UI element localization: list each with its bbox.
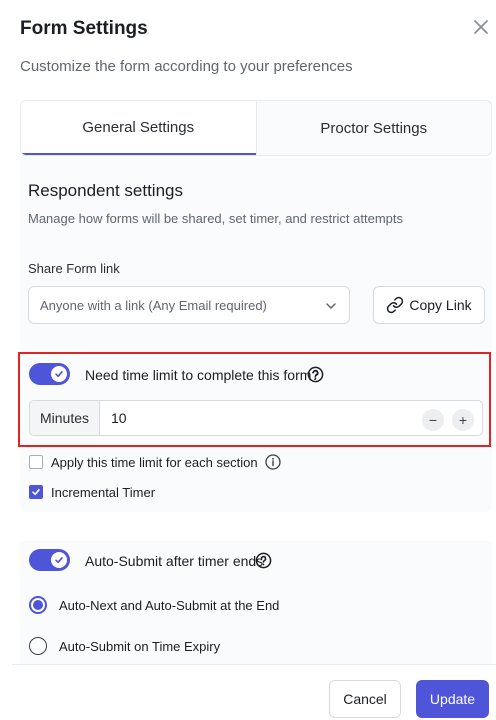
time-limit-input[interactable]: Minutes 10 − +	[29, 400, 483, 436]
radio-auto-next-submit-label: Auto-Next and Auto-Submit at the End	[59, 598, 280, 613]
settings-tabs: General Settings Proctor Settings	[20, 100, 492, 156]
cancel-button[interactable]: Cancel	[329, 680, 401, 718]
help-icon[interactable]	[307, 366, 324, 383]
page-subtitle: Customize the form according to your pre…	[20, 58, 353, 75]
checkbox-check-icon	[32, 489, 40, 496]
time-limit-label: Need time limit to complete this form?	[85, 367, 320, 383]
update-button[interactable]: Update	[416, 680, 489, 718]
close-icon[interactable]	[470, 16, 492, 38]
per-section-label: Apply this time limit for each section	[51, 455, 258, 470]
copy-link-button[interactable]: Copy Link	[373, 286, 485, 324]
incremental-timer-label: Incremental Timer	[51, 485, 156, 500]
section-title: Respondent settings	[28, 181, 183, 200]
time-unit: Minutes	[30, 401, 100, 435]
chevron-down-icon	[326, 303, 336, 309]
decrement-button[interactable]: −	[422, 409, 444, 431]
radio-submit-on-expiry-label: Auto-Submit on Time Expiry	[59, 639, 221, 654]
copy-link-label: Copy Link	[409, 297, 472, 313]
toggle-knob	[51, 552, 67, 568]
per-section-checkbox[interactable]	[29, 455, 43, 469]
footer-divider	[12, 664, 496, 665]
link-icon	[387, 296, 404, 314]
share-form-link-label: Share Form link	[28, 261, 120, 276]
radio-submit-on-expiry[interactable]	[29, 637, 47, 655]
time-limit-toggle[interactable]	[29, 363, 70, 385]
incremental-timer-checkbox[interactable]	[29, 485, 43, 499]
auto-submit-label: Auto-Submit after timer ends	[85, 553, 264, 569]
section-description: Manage how forms will be shared, set tim…	[28, 211, 403, 226]
help-icon[interactable]	[255, 552, 272, 569]
tab-general-settings[interactable]: General Settings	[21, 101, 256, 155]
increment-button[interactable]: +	[452, 409, 474, 431]
auto-submit-toggle[interactable]	[29, 549, 70, 571]
page-title: Form Settings	[20, 18, 148, 39]
check-icon	[55, 557, 63, 564]
share-link-selected-value: Anyone with a link (Any Email required)	[40, 297, 267, 313]
toggle-knob	[51, 366, 67, 382]
check-icon	[55, 371, 63, 378]
radio-auto-next-submit[interactable]	[29, 596, 47, 614]
info-icon[interactable]	[265, 454, 281, 470]
share-link-select[interactable]: Anyone with a link (Any Email required)	[28, 286, 350, 324]
tab-proctor-settings[interactable]: Proctor Settings	[255, 101, 491, 155]
